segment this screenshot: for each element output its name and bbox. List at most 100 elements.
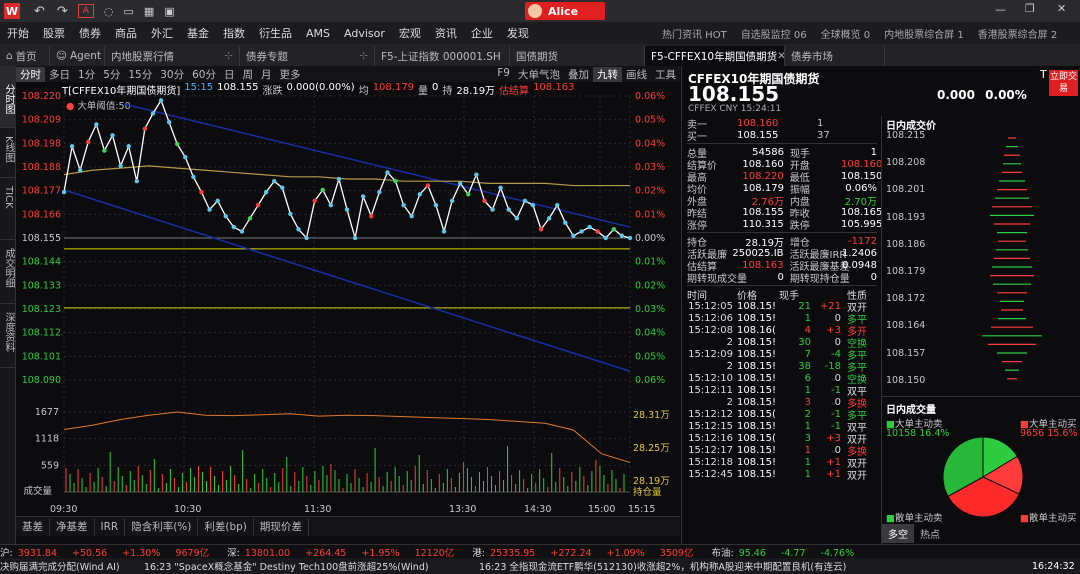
menu-hk-stock-screen[interactable]: 香港股票综合屏 2 [971,26,1065,41]
bid-row[interactable]: 买一 108.155 37 [687,129,877,143]
overlay-button[interactable]: 叠加 [564,67,593,82]
vtab-trades[interactable]: 成交明细 [0,240,16,304]
news-left[interactable]: 决购届满完成分配(Wind AI) [0,559,140,573]
period-day[interactable]: 日 [220,67,239,82]
menu-commodity[interactable]: 商品 [108,25,144,41]
tab-spread[interactable]: 利差(bp) [198,517,254,536]
pin-icon[interactable]: ⊹ [359,50,368,62]
news-item[interactable]: 16:23 "SpaceX概念基金" Destiny Tech100盘前涨超25… [144,559,479,573]
period-minute[interactable]: 分时 [16,66,45,82]
restore-icon[interactable]: ❐ [1025,2,1035,15]
back-icon[interactable]: ↶ [34,4,45,19]
period-multiday[interactable]: 多日 [45,67,74,82]
tab-long-short[interactable]: 多空 [882,524,914,543]
trade-dot [538,227,544,232]
pct-tick-label: 0.06% [635,91,665,102]
nine-turn-button[interactable]: 九转 [593,66,622,82]
menu-forex[interactable]: 外汇 [144,25,180,41]
tab-home[interactable]: ⌂ 首页 [0,46,50,66]
tab-bond-market[interactable]: 债券市场 [785,46,885,66]
ticker-item[interactable]: 深: 13801.00 +264.45 +1.95% 12120亿 [227,545,454,559]
trade-dot [312,198,317,204]
menu-global[interactable]: 全球概览 0 [814,26,878,41]
period-30m[interactable]: 30分 [156,67,188,82]
volume-pie-chart [942,436,1024,518]
news-item[interactable]: 16:23 全指现金流ETF鹏华(512130)收涨超2%，机构称A股迎来中期配… [479,559,919,573]
grid-icon[interactable]: ▦ [144,5,154,18]
menu-start[interactable]: 开始 [0,25,36,41]
menu-derivative[interactable]: 衍生品 [252,25,299,41]
pin-icon[interactable]: ⊹ [224,50,233,62]
menu-enterprise[interactable]: 企业 [464,25,500,41]
tab-agent[interactable]: ☺ Agent [50,46,105,66]
period-15m[interactable]: 15分 [124,67,156,82]
menu-news[interactable]: 资讯 [428,25,464,41]
trade-now-button[interactable]: 立即交易 [1049,70,1078,96]
pct-tick-label: 0.01% [635,257,665,268]
menu-watch-monitor[interactable]: 自选股监控 06 [734,26,814,41]
menu-stock[interactable]: 股票 [36,25,72,41]
tab-cn-stock[interactable]: 内地股票行情 ⊹ [105,46,240,66]
tab-t-futures[interactable]: F5-CFFEX10年期国债期货✕ [645,46,785,66]
tab-net-basis[interactable]: 净基差 [50,517,95,536]
trade-dot [288,211,293,217]
forward-icon[interactable]: ↷ [57,4,68,19]
f9-button[interactable]: F9 [493,67,514,82]
trade-dot [563,220,568,225]
menu-advisor[interactable]: Advisor [337,27,392,40]
menu-hot-news[interactable]: 热门资讯 HOT [655,26,734,41]
menu-macro[interactable]: 宏观 [392,25,428,41]
intraday-chart[interactable]: 108.220 108.209 108.198 108.188 108.177 108.1… [16,82,680,516]
calculator-icon[interactable]: ▣ [164,5,174,18]
screenshot-icon[interactable]: A [77,4,94,18]
trade-dot [393,179,398,184]
menu-cn-stock-screen[interactable]: 内地股票综合屏 1 [877,26,971,41]
side-price-tick: 108.164 [886,320,926,332]
period-1m[interactable]: 1分 [74,67,99,82]
tab-bond-futures[interactable]: 国债期货 [510,46,645,66]
vtab-tick[interactable]: TICK [0,178,16,240]
period-more[interactable]: 更多 [276,67,305,82]
ticker-item[interactable]: 港: 25335.95 +272.24 +1.09% 3509亿 [472,545,693,559]
ticker-item[interactable]: 布油: 95.46 -4.77 -4.76% [711,545,854,559]
trade-dot [263,189,269,195]
close-tab-icon[interactable]: ✕ [777,50,784,62]
menu-index[interactable]: 指数 [216,25,252,41]
tools-button[interactable]: 工具 [651,67,680,82]
trade-row[interactable]: 15:12:45 108.15! 1 +1 双开 [687,468,877,482]
tab-irr[interactable]: IRR [95,517,126,536]
trade-dot [110,133,115,138]
tab-hot[interactable]: 热点 [914,524,946,543]
price-tick-label: 108.133 [22,280,61,291]
vtab-kline[interactable]: K线图 [0,128,16,178]
pct-tick-label: 0.00% [635,233,665,244]
chat-icon[interactable]: ◌ [104,5,114,18]
big-order-bubble-button[interactable]: 大单气泡 [514,67,564,82]
period-5m[interactable]: 5分 [99,67,124,82]
period-60m[interactable]: 60分 [188,67,220,82]
menu-ams[interactable]: AMS [299,27,337,40]
ticker-item[interactable]: 沪: 3931.84 +50.56 +1.30% 9679亿 [0,545,209,559]
vtab-minute[interactable]: 分时图 [0,66,16,128]
tab-basis[interactable]: 基差 [16,517,50,536]
menu-fund[interactable]: 基金 [180,25,216,41]
tab-bond-topic[interactable]: 债券专题 ⊹ [240,46,375,66]
draw-line-button[interactable]: 画线 [622,67,651,82]
trade-dot [619,233,625,239]
tab-cash-futures-spread[interactable]: 期现价差 [254,517,309,536]
menu-bond[interactable]: 债券 [72,25,108,41]
user-menu[interactable]: Alice [525,2,605,20]
tab-implied-rate[interactable]: 隐含利率(%) [125,517,199,536]
trade-dot [272,179,277,184]
volume-tick-label: 1118 [35,434,59,445]
vtab-depth[interactable]: 深度资料 [0,304,16,368]
period-month[interactable]: 月 [257,67,276,82]
menu-discover[interactable]: 发现 [500,25,536,41]
close-icon[interactable]: ✕ [1057,2,1066,15]
tab-sh-index[interactable]: F5-上证指数 000001.SH [375,46,510,66]
minimize-icon[interactable]: — [995,3,1006,16]
trade-dot [401,203,406,208]
monitor-icon[interactable]: ▭ [123,5,133,18]
trade-dot [215,198,220,204]
period-week[interactable]: 周 [239,67,258,82]
